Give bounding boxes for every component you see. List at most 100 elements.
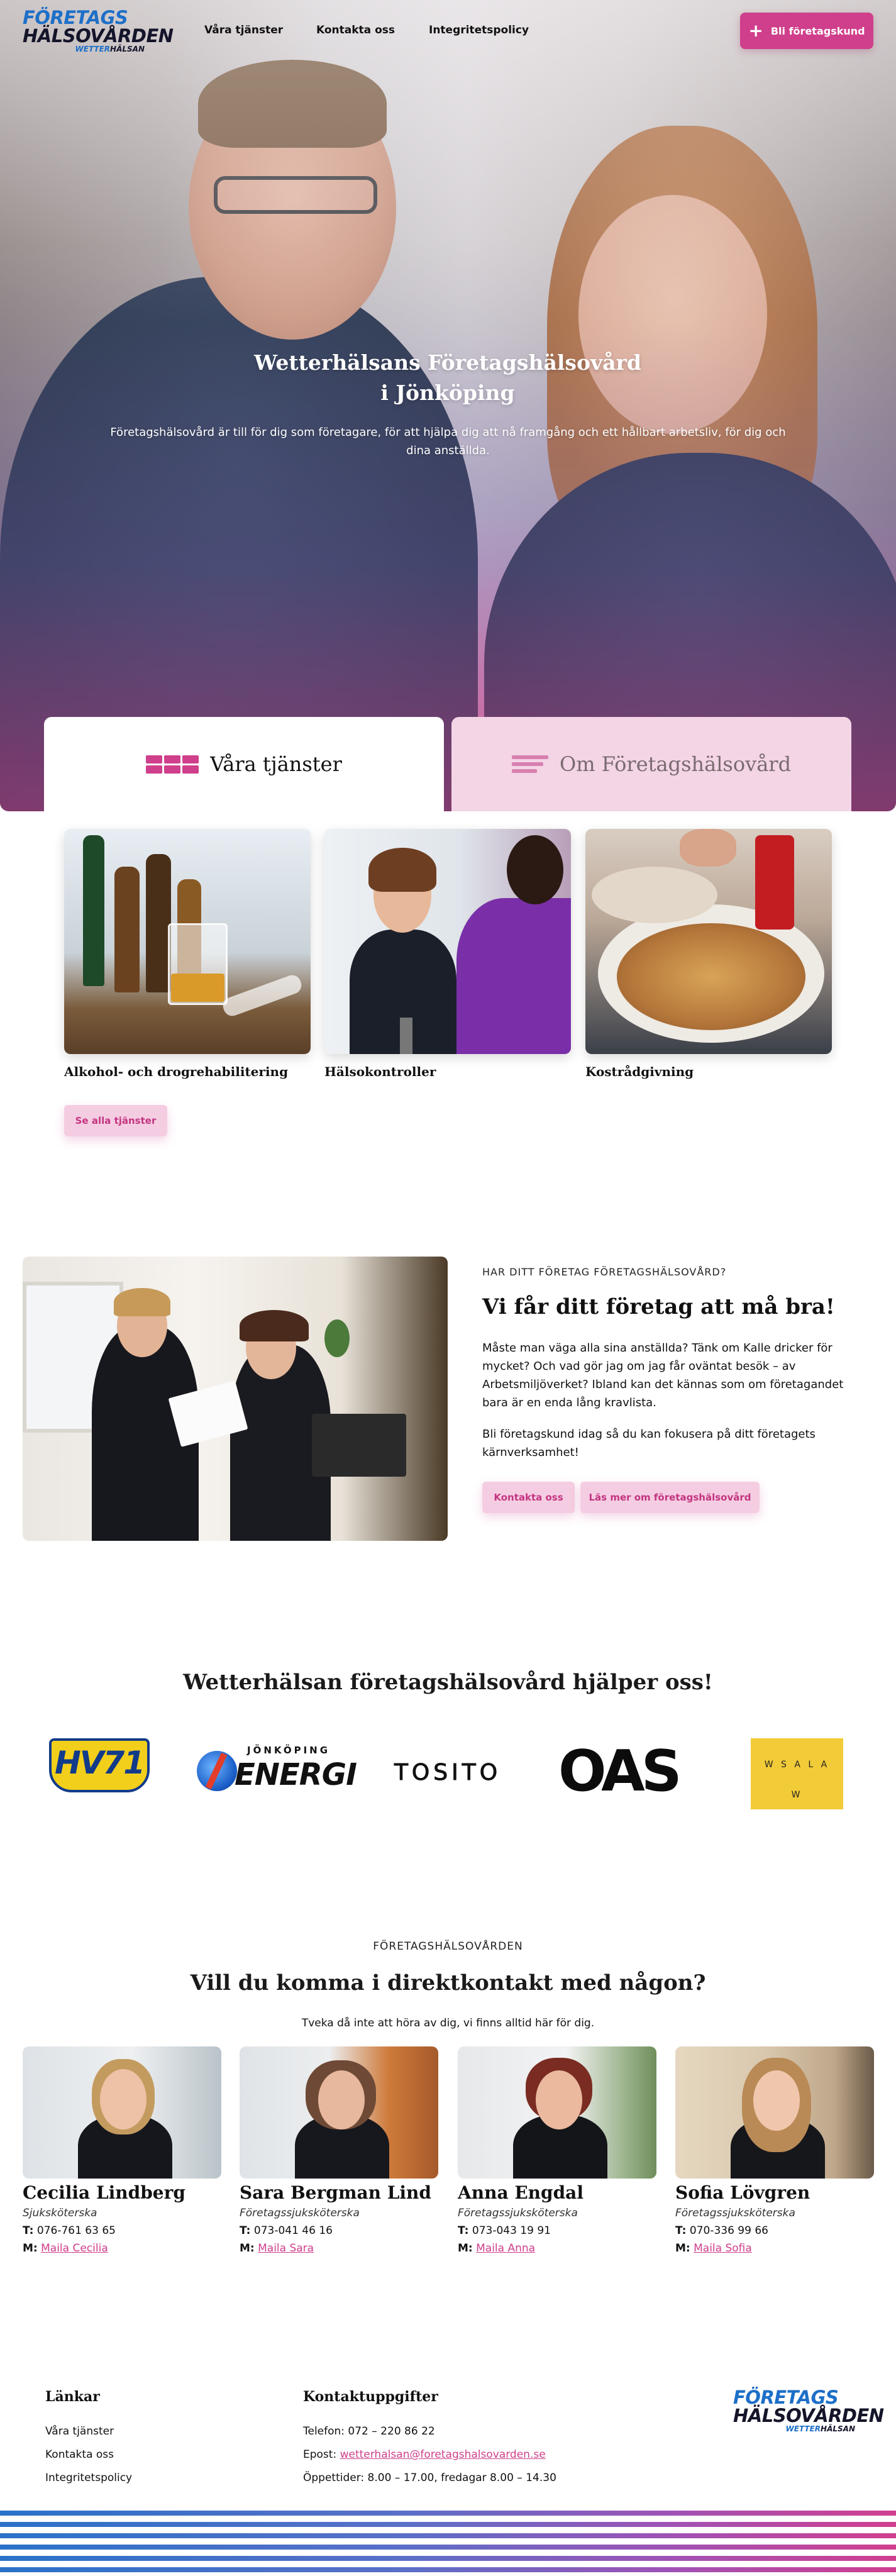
jonkoping-energi-logo-top: JÖNKÖPING <box>247 1745 331 1756</box>
lines-icon <box>511 755 548 773</box>
hero-subtitle: Företagshälsovård är till för dig som fö… <box>110 426 786 457</box>
staff-photo-sofia <box>675 2046 874 2179</box>
service-card-diet[interactable]: Kostrådgivning <box>585 829 832 1079</box>
hv71-logo-text: HV71 <box>54 1745 145 1781</box>
tosito-logo[interactable]: TOSITO <box>370 1760 526 1786</box>
service-label-alcohol: Alkohol- och drogrehabilitering <box>64 1064 289 1079</box>
staff-card-cecilia: Cecilia Lindberg Sjuksköterska T: 076-76… <box>23 2046 221 2255</box>
mail-link[interactable]: Maila Cecilia <box>41 2242 108 2255</box>
footer-phone: Telefon: 072 – 220 86 22 <box>303 2425 435 2438</box>
staff-mail: M: Maila Sara <box>240 2242 438 2255</box>
service-image-alcohol <box>64 829 311 1054</box>
service-card-alcohol[interactable]: Alkohol- och drogrehabilitering <box>64 829 311 1079</box>
mail-prefix: M: <box>240 2242 255 2255</box>
see-all-services-button[interactable]: Se alla tjänster <box>64 1105 167 1136</box>
hero-title-line2: i Jönköping <box>380 380 515 405</box>
staff-card-sara: Sara Bergman Lind Företagssjuksköterska … <box>240 2046 438 2255</box>
footer-email: Epost: wetterhalsan@foretagshalsovarden.… <box>303 2448 546 2461</box>
footer-email-prefix: Epost: <box>303 2448 340 2461</box>
footer-link-integritetspolicy[interactable]: Integritetspolicy <box>45 2472 132 2484</box>
jonkoping-energi-logo-main: ENERGI <box>235 1757 357 1792</box>
staff-photo-cecilia <box>23 2046 221 2179</box>
footer-email-link[interactable]: wetterhalsan@foretagshalsovarden.se <box>340 2448 546 2461</box>
hv71-logo[interactable]: HV71 <box>49 1738 150 1792</box>
staff-subtitle: Tveka då inte att höra av dig, vi finns … <box>301 2017 595 2029</box>
footer-logo-line1: FÖRETAGS <box>733 2387 839 2408</box>
service-image-health <box>324 829 571 1054</box>
staff-mail: M: Maila Sofia <box>675 2242 874 2255</box>
logo-halsan: HÄLSAN <box>110 45 145 53</box>
footer-logo-line2: HÄLSOVÅRDEN <box>733 2405 884 2426</box>
read-more-button[interactable]: Läs mer om företagshälsovård <box>580 1482 760 1513</box>
about-paragraph-1: Måste man väga alla sina anställda? Tänk… <box>482 1341 844 1409</box>
footer-logo-halsan: HÄLSAN <box>821 2424 855 2433</box>
about-heading: Vi får ditt företag att må bra! <box>482 1294 835 1319</box>
staff-role: Företagssjuksköterska <box>458 2207 578 2219</box>
plus-icon: + <box>748 20 763 41</box>
logo-line2: HÄLSOVÅRDEN <box>23 25 174 47</box>
become-customer-button[interactable]: + Bli företagskund <box>740 13 873 49</box>
mail-link[interactable]: Maila Anna <box>476 2242 535 2255</box>
tab-vara-tjanster[interactable]: Våra tjänster <box>44 717 444 811</box>
nav-kontakta-oss[interactable]: Kontakta oss <box>316 24 395 36</box>
footer-links-heading: Länkar <box>45 2389 100 2405</box>
phone-prefix: T: <box>23 2224 34 2237</box>
jonkoping-energi-logo[interactable]: JÖNKÖPING ENERGI <box>197 1743 357 1794</box>
nav-integritetspolicy[interactable]: Integritetspolicy <box>429 24 529 36</box>
staff-phone: T: 070-336 99 66 <box>675 2224 874 2237</box>
service-image-diet <box>585 829 832 1054</box>
contact-us-button[interactable]: Kontakta oss <box>482 1482 575 1513</box>
footer-logo[interactable]: FÖRETAGS HÄLSOVÅRDEN WETTERHÄLSAN <box>733 2387 884 2433</box>
footer-hours: Öppettider: 8.00 – 17.00, fredagar 8.00 … <box>303 2472 556 2484</box>
staff-photo-sara <box>240 2046 438 2179</box>
mail-prefix: M: <box>458 2242 473 2255</box>
staff-phone: T: 073-043 19 91 <box>458 2224 656 2237</box>
staff-phone: T: 076-761 63 65 <box>23 2224 221 2237</box>
tab-vara-tjanster-label: Våra tjänster <box>210 752 342 776</box>
nav-vara-tjanster[interactable]: Våra tjänster <box>204 24 283 36</box>
tab-om-foretagshalsovard[interactable]: Om Företagshälsovård <box>451 717 851 811</box>
oas-logo-text: OAS <box>558 1743 682 1797</box>
service-card-health[interactable]: Hälsokontroller <box>324 829 571 1079</box>
grid-icon <box>146 755 199 774</box>
mail-prefix: M: <box>23 2242 38 2255</box>
mail-link[interactable]: Maila Sara <box>258 2242 314 2255</box>
footer-link-vara-tjanster[interactable]: Våra tjänster <box>45 2425 114 2438</box>
tab-om-foretagshalsovard-label: Om Företagshälsovård <box>559 752 792 776</box>
phone-number: 070-336 99 66 <box>689 2224 768 2237</box>
staff-card-sofia: Sofia Lövgren Företagssjuksköterska T: 0… <box>675 2046 874 2255</box>
staff-name: Anna Engdal <box>458 2182 584 2203</box>
mail-link[interactable]: Maila Sofia <box>694 2242 752 2255</box>
footer-link-kontakta-oss[interactable]: Kontakta oss <box>45 2448 114 2461</box>
staff-heading: Vill du komma i direktkontakt med någon? <box>190 1970 706 1996</box>
service-label-health: Hälsokontroller <box>324 1064 436 1079</box>
hero-title-line1: Wetterhälsans Företagshälsovård <box>254 350 641 375</box>
phone-prefix: T: <box>675 2224 687 2237</box>
staff-name: Sara Bergman Lind <box>240 2182 431 2203</box>
footer-logo-wetter: WETTER <box>785 2424 821 2433</box>
phone-prefix: T: <box>240 2224 251 2237</box>
hero-banner: FÖRETAGS HÄLSOVÅRDEN WETTERHÄLSAN Våra t… <box>0 0 896 811</box>
staff-role: Sjuksköterska <box>23 2207 97 2219</box>
staff-phone: T: 073-041 46 16 <box>240 2224 438 2237</box>
staff-photo-anna <box>458 2046 656 2179</box>
staff-role: Företagssjuksköterska <box>675 2207 795 2219</box>
phone-number: 076-761 63 65 <box>36 2224 116 2237</box>
about-photo <box>23 1257 448 1541</box>
staff-card-anna: Anna Engdal Företagssjuksköterska T: 073… <box>458 2046 656 2255</box>
phone-prefix: T: <box>458 2224 469 2237</box>
logo-line1: FÖRETAGS <box>23 7 128 28</box>
about-paragraph-2: Bli företagskund idag så du kan fokusera… <box>482 1428 816 1459</box>
wsa-law-logo[interactable]: W S A L A W <box>751 1738 843 1809</box>
staff-name: Cecilia Lindberg <box>23 2182 185 2203</box>
oas-logo[interactable]: OAS <box>558 1743 684 1797</box>
mail-prefix: M: <box>675 2242 690 2255</box>
service-label-diet: Kostrådgivning <box>585 1064 694 1079</box>
become-customer-label: Bli företagskund <box>770 25 865 37</box>
footer-stripes <box>0 2509 896 2576</box>
partners-heading: Wetterhälsan företagshälsovård hjälper o… <box>183 1670 713 1695</box>
about-eyebrow: HAR DITT FÖRETAG FÖRETAGSHÄLSOVÅRD? <box>482 1266 727 1278</box>
site-logo[interactable]: FÖRETAGS HÄLSOVÅRDEN WETTERHÄLSAN <box>23 7 174 53</box>
staff-mail: M: Maila Cecilia <box>23 2242 221 2255</box>
staff-eyebrow: FÖRETAGSHÄLSOVÅRDEN <box>373 1940 523 1953</box>
